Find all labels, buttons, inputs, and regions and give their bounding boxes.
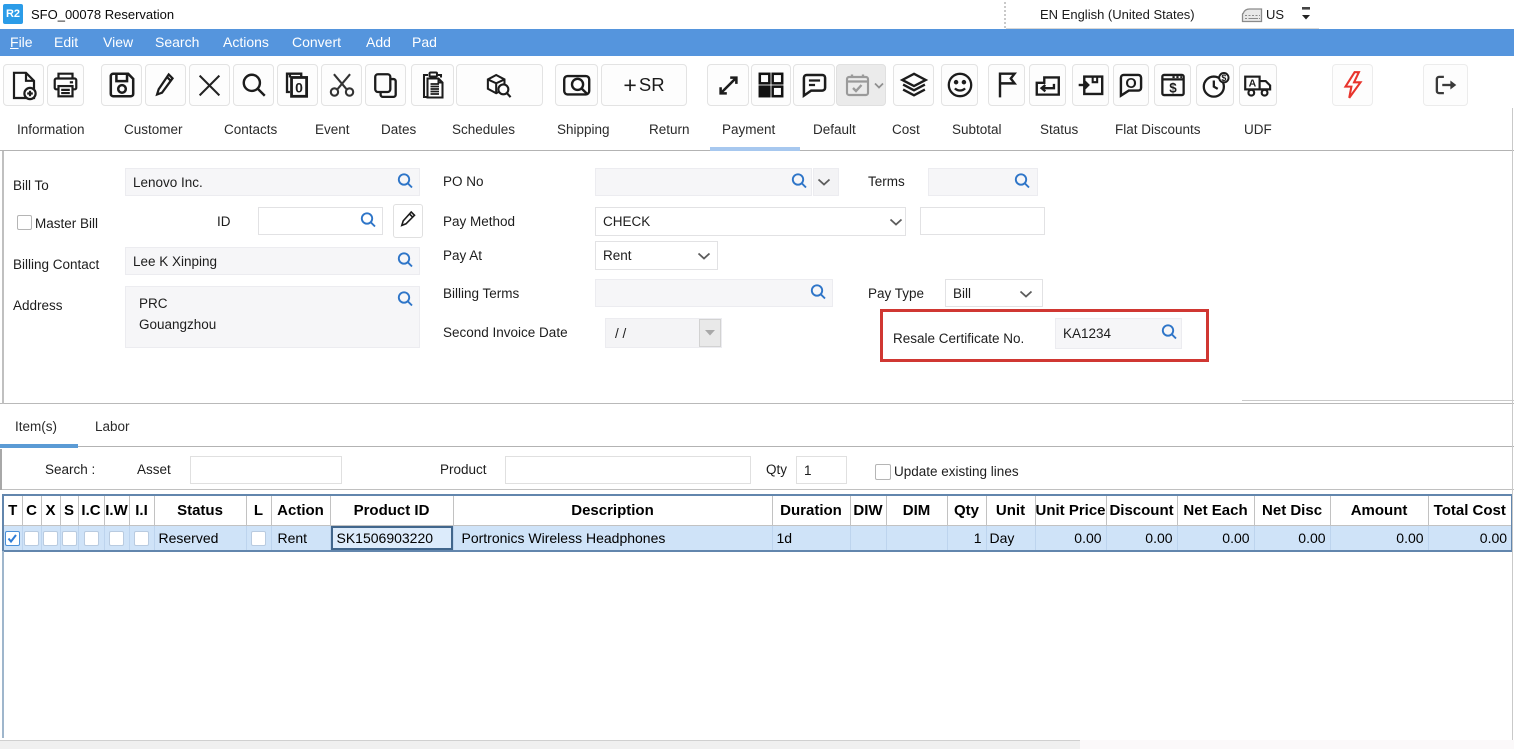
svg-text:A: A: [1248, 77, 1256, 89]
svg-text:$: $: [1169, 80, 1177, 95]
svg-text:O: O: [1125, 76, 1136, 92]
svg-text:0: 0: [295, 80, 303, 96]
svg-text:$: $: [1221, 73, 1226, 83]
